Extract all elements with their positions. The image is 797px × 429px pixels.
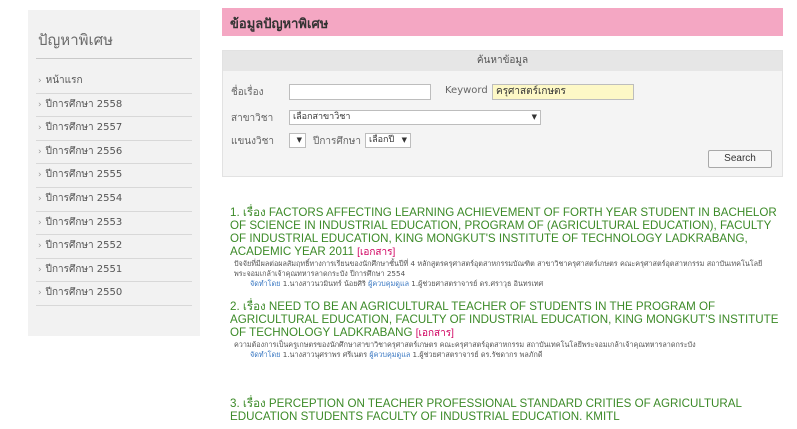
result-description: ความต้องการเป็นครูเกษตรของนักศึกษาสาขาวิ… xyxy=(234,340,696,349)
sidebar-item-label[interactable]: ปีการศึกษา 2553 xyxy=(46,217,123,228)
sidebar-item-2557[interactable]: › ปีการศึกษา 2557 xyxy=(36,117,192,141)
result-meta: จัดทำโดย 1.นางสาวนุศราพร ศรีเนตร ผู้ควบค… xyxy=(230,350,785,360)
bullet-icon: › xyxy=(38,288,42,299)
result-item: 2. เรื่อง NEED TO BE AN AGRICULTURAL TEA… xyxy=(230,300,785,360)
sidebar-item-2552[interactable]: › ปีการศึกษา 2552 xyxy=(36,235,192,259)
sidebar-item-2550[interactable]: › ปีการศึกษา 2550 xyxy=(36,282,192,306)
result-item: 3. เรื่อง PERCEPTION ON TEACHER PROFESSI… xyxy=(230,397,785,423)
author-value: 1.นางสาวนุศราพร ศรีเนตร xyxy=(282,350,368,359)
bullet-icon: › xyxy=(38,146,42,157)
advisor-key: ผู้ควบคุมดูแล xyxy=(368,279,409,288)
result-title-text[interactable]: 2. เรื่อง NEED TO BE AN AGRICULTURAL TEA… xyxy=(230,300,778,339)
advisor-key: ผู้ควบคุมดูแล xyxy=(369,350,411,359)
search-button[interactable]: Search xyxy=(708,150,772,168)
page-title: ข้อมูลปัญหาพิเศษ xyxy=(230,17,329,32)
sidebar-title: ปัญหาพิเศษ xyxy=(38,31,114,49)
bullet-icon: › xyxy=(38,193,42,204)
sidebar-item-label[interactable]: ปีการศึกษา 2558 xyxy=(46,99,123,110)
bullet-icon: › xyxy=(38,170,42,181)
sidebar-item-2554[interactable]: › ปีการศึกษา 2554 xyxy=(36,188,192,212)
result-title[interactable]: 1. เรื่อง FACTORS AFFECTING LEARNING ACH… xyxy=(230,206,785,259)
type-select[interactable]: ▼ xyxy=(289,133,306,148)
sidebar-item-home[interactable]: › หน้าแรก xyxy=(36,70,192,94)
bullet-icon: › xyxy=(38,123,42,134)
major-select-value: เลือกสาขาวิชา xyxy=(293,112,351,122)
result-title-text[interactable]: 1. เรื่อง FACTORS AFFECTING LEARNING ACH… xyxy=(230,206,777,258)
sidebar-item-2558[interactable]: › ปีการศึกษา 2558 xyxy=(36,94,192,118)
page-header: ข้อมูลปัญหาพิเศษ xyxy=(222,8,783,36)
result-meta: จัดทำโดย 1.นางสาวนวมินทร์ น้อยศิริ ผู้คว… xyxy=(230,279,785,289)
sidebar-item-label[interactable]: ปีการศึกษา 2557 xyxy=(46,122,123,133)
keyword-label: Keyword xyxy=(445,85,488,96)
result-title[interactable]: 2. เรื่อง NEED TO BE AN AGRICULTURAL TEA… xyxy=(230,300,785,340)
sidebar-item-label[interactable]: ปีการศึกษา 2555 xyxy=(46,169,123,180)
sidebar-divider xyxy=(36,58,192,59)
year-label: ปีการศึกษา xyxy=(313,136,361,147)
sidebar-item-label[interactable]: ปีการศึกษา 2551 xyxy=(46,264,123,275)
sidebar-item-2551[interactable]: › ปีการศึกษา 2551 xyxy=(36,259,192,283)
sidebar-item-label[interactable]: ปีการศึกษา 2552 xyxy=(46,240,123,251)
sidebar-item-label[interactable]: ปีการศึกษา 2556 xyxy=(46,146,123,157)
year-select-value: เลือกปี xyxy=(369,135,395,145)
author-key: จัดทำโดย xyxy=(250,350,281,359)
sidebar-item-2555[interactable]: › ปีการศึกษา 2555 xyxy=(36,164,192,188)
bullet-icon: › xyxy=(38,264,42,275)
document-link[interactable]: [เอกสาร] xyxy=(357,247,395,258)
result-title-text[interactable]: 3. เรื่อง PERCEPTION ON TEACHER PROFESSI… xyxy=(230,397,742,423)
author-key: จัดทำโดย xyxy=(250,279,281,288)
sidebar-item-label[interactable]: ปีการศึกษา 2550 xyxy=(46,287,123,298)
sidebar: ปัญหาพิเศษ › หน้าแรก › ปีการศึกษา 2558 › ปี… xyxy=(28,10,200,336)
major-label: สาขาวิชา xyxy=(231,113,274,124)
bullet-icon: › xyxy=(38,76,42,86)
sidebar-nav: › หน้าแรก › ปีการศึกษา 2558 › ปีการศึกษา 25… xyxy=(36,70,192,306)
search-panel: ค้นหาข้อมูล ชื่อเรื่อง Keyword ครุศาสตร์… xyxy=(222,50,783,177)
sidebar-item-label[interactable]: ปีการศึกษา 2554 xyxy=(46,193,123,204)
subject-input[interactable] xyxy=(289,84,431,100)
result-description: ปัจจัยที่มีผลต่อผลสัมฤทธิ์ทางการเรียนของ… xyxy=(234,259,763,278)
subject-label: ชื่อเรื่อง xyxy=(231,87,264,98)
document-link[interactable]: [เอกสาร] xyxy=(416,328,454,339)
result-title[interactable]: 3. เรื่อง PERCEPTION ON TEACHER PROFESSI… xyxy=(230,397,785,423)
result-item: 1. เรื่อง FACTORS AFFECTING LEARNING ACH… xyxy=(230,206,785,289)
major-select[interactable]: เลือกสาขาวิชา ▼ xyxy=(289,110,541,125)
bullet-icon: › xyxy=(38,241,42,252)
chevron-down-icon: ▼ xyxy=(296,136,302,144)
chevron-down-icon: ▼ xyxy=(531,113,537,121)
advisor-value: 1.ผู้ช่วยศาสตราจารย์ ดร.รัชดากร พลภักดี xyxy=(412,350,543,359)
search-heading: ค้นหาข้อมูล xyxy=(223,51,782,71)
chevron-down-icon: ▼ xyxy=(401,136,407,144)
author-value: 1.นางสาวนวมินทร์ น้อยศิริ xyxy=(282,279,366,288)
year-select[interactable]: เลือกปี ▼ xyxy=(365,133,411,148)
advisor-value: 1.ผู้ช่วยศาสตราจารย์ ดร.ศราวุธ อินทรเทศ xyxy=(411,279,544,288)
bullet-icon: › xyxy=(38,217,42,228)
sidebar-item-2556[interactable]: › ปีการศึกษา 2556 xyxy=(36,141,192,165)
type-label: แขนงวิชา xyxy=(231,136,275,147)
sidebar-item-label[interactable]: หน้าแรก xyxy=(46,75,83,86)
sidebar-item-2553[interactable]: › ปีการศึกษา 2553 xyxy=(36,212,192,236)
keyword-input[interactable]: ครุศาสตร์เกษตร xyxy=(492,84,634,100)
bullet-icon: › xyxy=(38,99,42,110)
